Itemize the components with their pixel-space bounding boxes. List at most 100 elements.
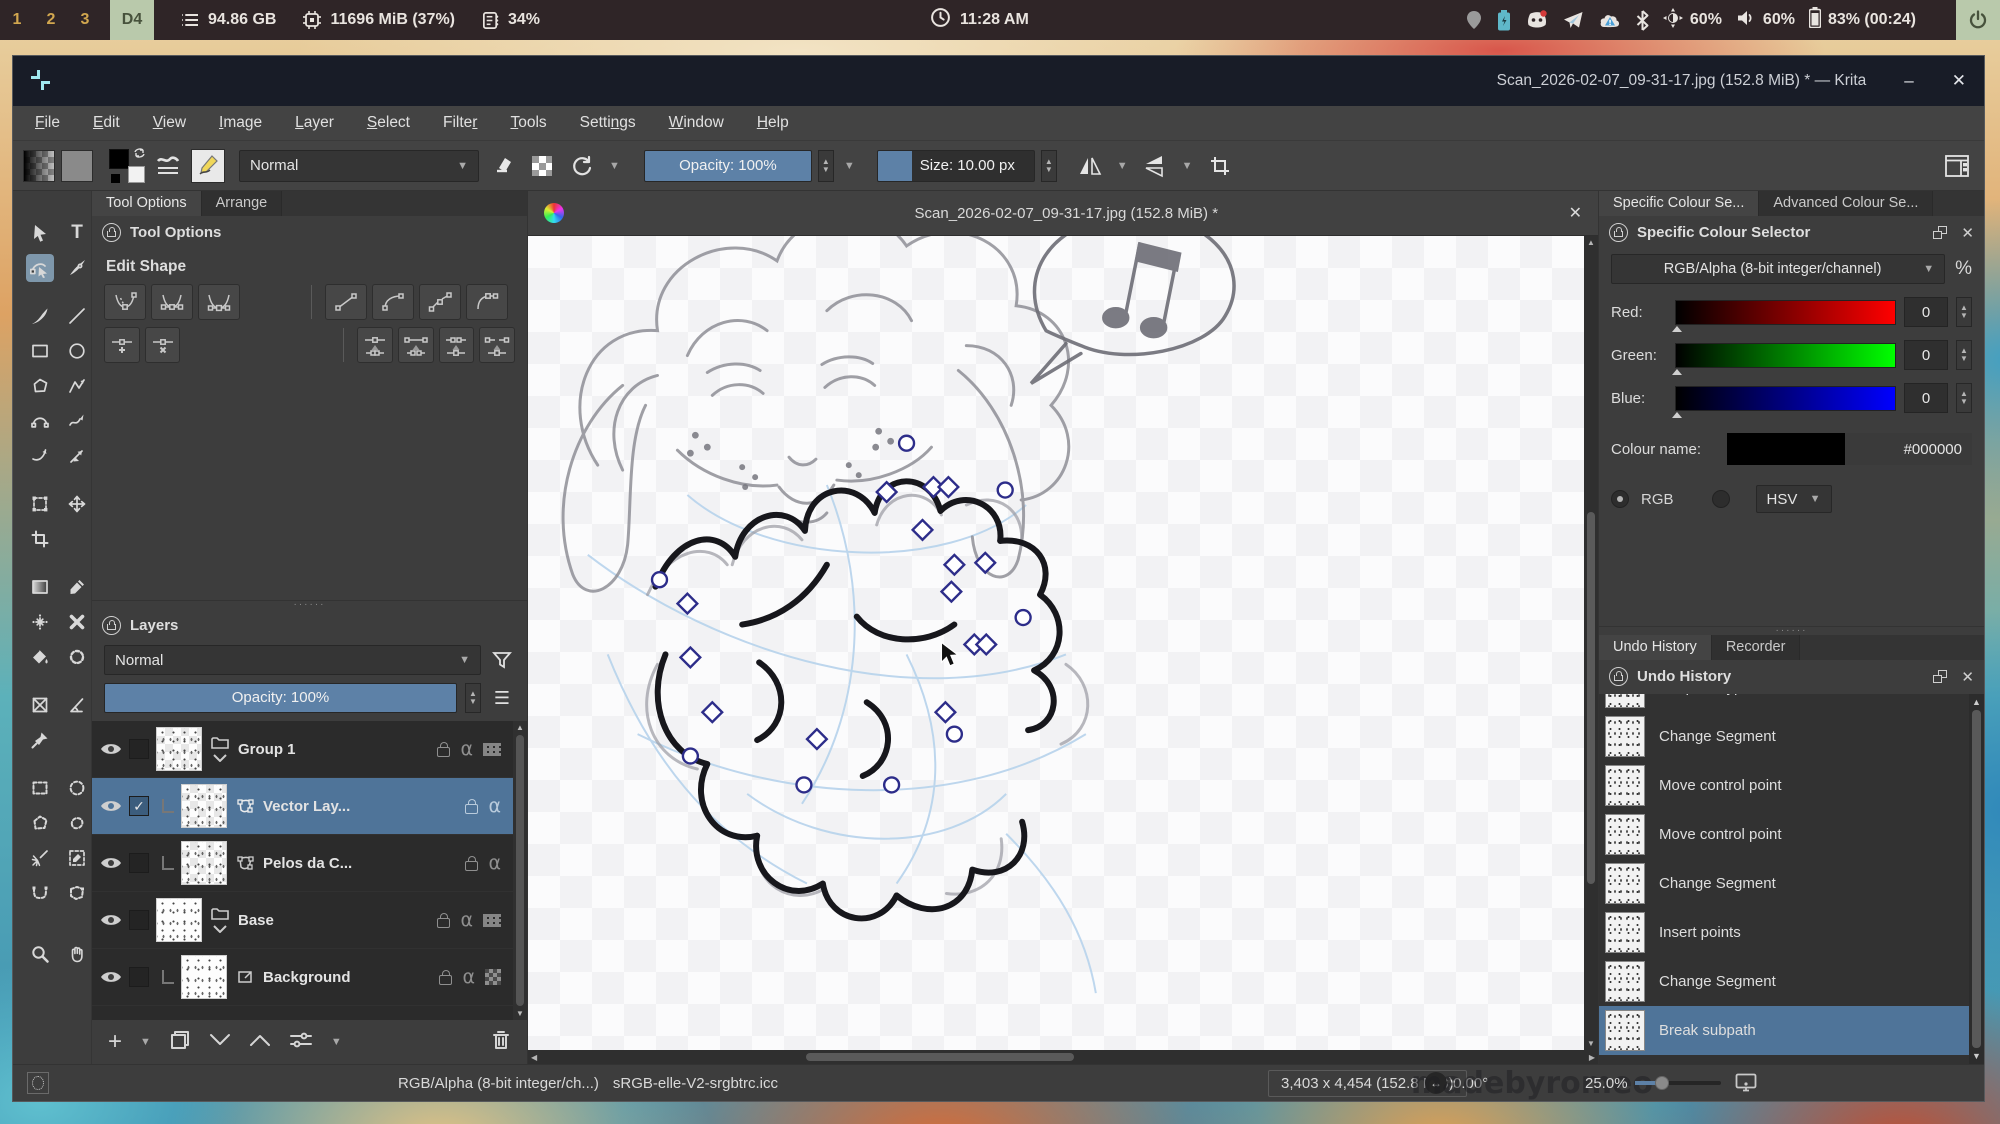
reload-preset-button[interactable] xyxy=(565,149,599,183)
tool-measure[interactable] xyxy=(63,691,91,719)
tool-ellipse[interactable] xyxy=(63,337,91,365)
percent-toggle[interactable]: % xyxy=(1955,258,1972,280)
layer-select-checkbox[interactable] xyxy=(129,910,149,930)
tool-reference-images[interactable] xyxy=(26,726,54,754)
blue-value[interactable]: 0 xyxy=(1904,383,1948,413)
opacity-spinner[interactable]: ▲▼ xyxy=(818,150,834,182)
tool-freehand-select[interactable] xyxy=(63,809,91,837)
close-button[interactable]: ✕ xyxy=(1952,71,1966,91)
volume-icon[interactable] xyxy=(1736,9,1756,32)
undo-lock-icon[interactable] xyxy=(1609,667,1628,686)
tool-select-shapes[interactable] xyxy=(26,219,54,247)
docker-drag-handle[interactable]: ······ xyxy=(1599,627,1984,635)
tool-polygon[interactable] xyxy=(26,372,54,400)
layer-visibility-icon[interactable] xyxy=(100,855,122,871)
reload-dropdown-arrow[interactable]: ▼ xyxy=(609,160,620,172)
canvas-vertical-scrollbar[interactable]: ▲▼ xyxy=(1584,236,1598,1050)
layer-select-checkbox[interactable]: ✓ xyxy=(129,796,149,816)
blend-mode-dropdown[interactable]: Normal▼ xyxy=(239,150,479,182)
workspace-active[interactable]: D4 xyxy=(110,0,154,40)
layer-row-base[interactable]: Base α xyxy=(92,892,527,949)
merge-points-button[interactable] xyxy=(479,327,515,363)
layer-alpha-locked-icon[interactable] xyxy=(485,969,501,985)
layer-alpha-icon[interactable]: α xyxy=(462,966,475,988)
menu-tools[interactable]: Tools xyxy=(510,114,546,132)
undo-item[interactable]: Move control point xyxy=(1599,761,1984,810)
size-slider[interactable]: Size: 10.00 px xyxy=(877,150,1035,182)
size-spinner[interactable]: ▲▼ xyxy=(1041,150,1057,182)
tool-rectangle[interactable] xyxy=(26,337,54,365)
menu-help[interactable]: Help xyxy=(757,114,789,132)
add-layer-dropdown-arrow[interactable]: ▼ xyxy=(140,1036,151,1048)
tool-pattern-edit[interactable] xyxy=(26,608,54,636)
tool-fill[interactable] xyxy=(26,643,54,671)
brightness-icon[interactable] xyxy=(1663,8,1683,33)
tool-polygon-select[interactable] xyxy=(26,809,54,837)
zoom-slider[interactable] xyxy=(1635,1081,1721,1085)
tab-advanced-colour[interactable]: Advanced Colour Se... xyxy=(1759,191,1933,216)
opacity-slider[interactable]: Opacity: 100% xyxy=(644,150,812,182)
menu-edit[interactable]: Edit xyxy=(93,114,120,132)
battery-app-icon[interactable] xyxy=(1497,10,1511,31)
symmetric-point-button[interactable] xyxy=(198,284,240,320)
layer-row-pelos[interactable]: Pelos da C... α xyxy=(92,835,527,892)
layer-list-scrollbar[interactable]: ▲▼ xyxy=(513,721,527,1020)
layer-visibility-icon[interactable] xyxy=(100,741,122,757)
tab-tool-options[interactable]: Tool Options xyxy=(92,191,202,216)
float-docker-icon[interactable] xyxy=(1933,670,1947,683)
menu-window[interactable]: Window xyxy=(669,114,724,132)
layer-thumbnail[interactable] xyxy=(181,955,227,999)
workspace-1[interactable]: 1 xyxy=(0,11,34,29)
tool-polyline[interactable] xyxy=(63,372,91,400)
tool-rect-select[interactable] xyxy=(26,774,54,802)
canvas-horizontal-scrollbar[interactable]: ◀▶ xyxy=(528,1050,1598,1064)
mirror-vertical-button[interactable] xyxy=(1138,149,1172,183)
tool-move[interactable] xyxy=(63,490,91,518)
rgb-radio[interactable] xyxy=(1611,490,1629,508)
properties-dropdown-arrow[interactable]: ▼ xyxy=(331,1036,342,1048)
brush-editor-button[interactable] xyxy=(191,149,225,183)
preserve-alpha-toggle[interactable] xyxy=(525,149,559,183)
layer-alpha-icon[interactable]: α xyxy=(488,795,501,817)
gradient-chooser[interactable] xyxy=(23,150,55,182)
layer-row-background[interactable]: Background α xyxy=(92,949,527,1006)
layer-blend-mode-dropdown[interactable]: Normal▼ xyxy=(104,645,481,675)
layer-lock-icon[interactable] xyxy=(437,918,450,928)
foreground-background-colors[interactable] xyxy=(109,149,145,183)
layer-row-group1[interactable]: Group 1 α xyxy=(92,721,527,778)
break-point-button[interactable] xyxy=(357,327,393,363)
docker-lock-icon[interactable] xyxy=(102,223,121,242)
menu-file[interactable]: File xyxy=(35,114,60,132)
layer-lock-icon[interactable] xyxy=(465,861,478,871)
layer-thumbnail[interactable] xyxy=(181,784,227,828)
brush-preset-chooser[interactable] xyxy=(151,149,185,183)
green-spinner[interactable]: ▲▼ xyxy=(1956,340,1972,370)
tool-calligraphy[interactable] xyxy=(63,254,91,282)
pattern-chooser[interactable] xyxy=(61,150,93,182)
float-docker-icon[interactable] xyxy=(1933,226,1947,239)
tool-assistants[interactable] xyxy=(26,691,54,719)
mirror-horizontal-button[interactable] xyxy=(1073,149,1107,183)
location-icon[interactable] xyxy=(1466,10,1482,30)
tab-specific-colour[interactable]: Specific Colour Se... xyxy=(1599,191,1759,216)
canvas-close-icon[interactable]: ✕ xyxy=(1569,203,1582,223)
layer-row-vector[interactable]: ✓ Vector Lay... α xyxy=(92,778,527,835)
duplicate-layer-button[interactable] xyxy=(169,1029,191,1055)
tool-edit-shapes[interactable] xyxy=(26,254,54,282)
hsx-radio[interactable] xyxy=(1712,490,1730,508)
layer-opacity-slider[interactable]: Opacity: 100% xyxy=(104,683,457,713)
workspace-3[interactable]: 3 xyxy=(68,11,102,29)
workspace-chooser-button[interactable] xyxy=(1940,149,1974,183)
undo-scrollbar[interactable]: ▲▼ xyxy=(1969,694,1984,1064)
blue-spinner[interactable]: ▲▼ xyxy=(1956,383,1972,413)
title-bar[interactable]: Scan_2026-02-07_09-31-17.jpg (152.8 MiB)… xyxy=(13,56,1984,106)
layer-passthrough-icon[interactable] xyxy=(483,743,501,756)
layer-visibility-icon[interactable] xyxy=(100,798,122,814)
layer-visibility-icon[interactable] xyxy=(100,912,122,928)
layer-alpha-icon[interactable]: α xyxy=(460,909,473,931)
color-hex-field[interactable]: #000000 xyxy=(1845,433,1972,465)
power-button[interactable] xyxy=(1956,0,2000,40)
layer-lock-icon[interactable] xyxy=(439,975,452,985)
layers-lock-icon[interactable] xyxy=(102,616,121,635)
close-docker-icon[interactable]: ✕ xyxy=(1961,224,1974,242)
